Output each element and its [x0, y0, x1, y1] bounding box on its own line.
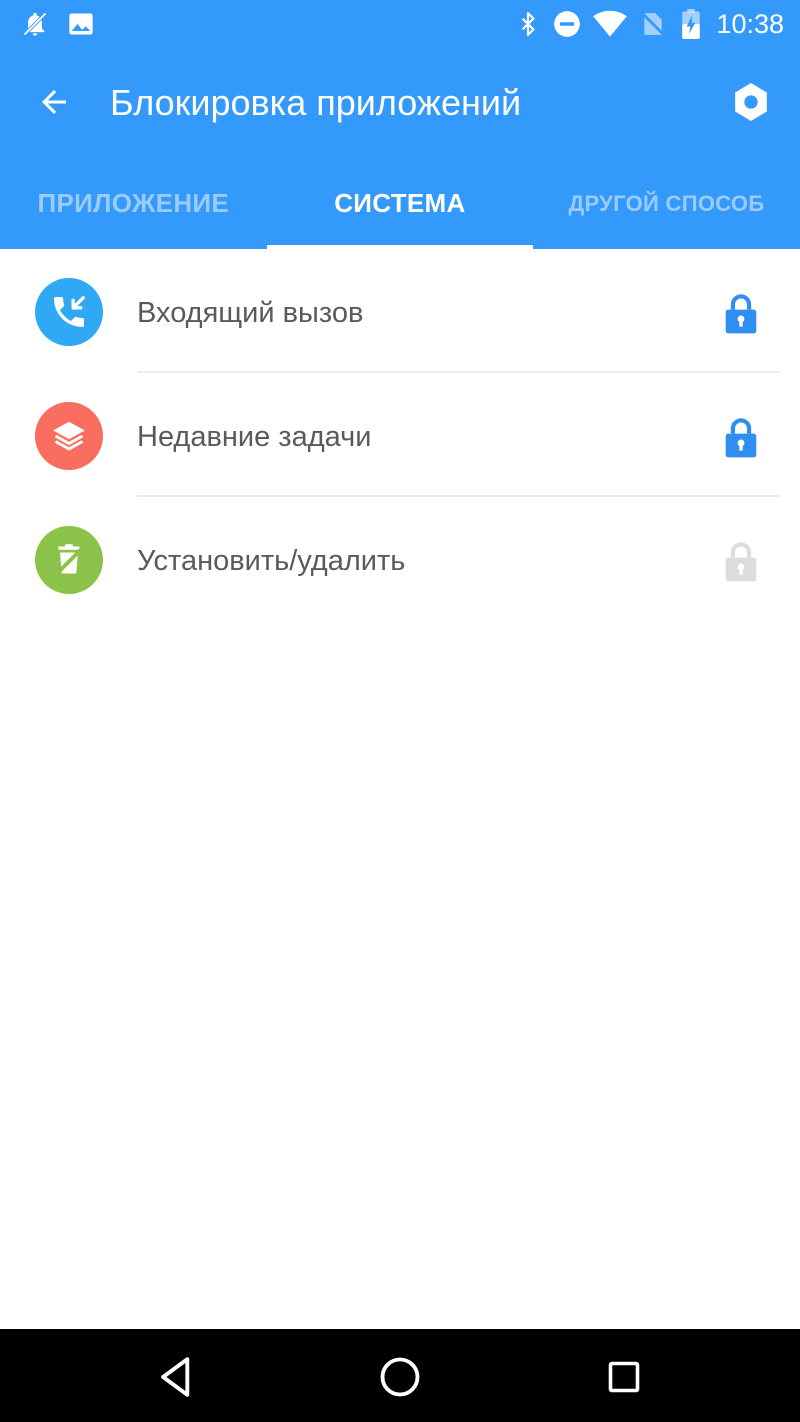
nav-home-icon	[380, 1357, 420, 1397]
bluetooth-icon	[513, 8, 543, 40]
settings-button[interactable]	[722, 76, 780, 128]
list-item-incoming-call[interactable]: Входящий вызов	[0, 249, 800, 373]
navigation-bar	[0, 1329, 800, 1422]
install-uninstall-icon	[35, 526, 103, 594]
incoming-call-icon	[35, 278, 103, 346]
list-item-label: Недавние задачи	[137, 421, 372, 453]
lock-toggle-incoming-call[interactable]	[720, 289, 762, 337]
nav-recents-icon	[608, 1361, 640, 1393]
lock-closed-icon	[725, 418, 757, 458]
do-not-disturb-icon	[552, 8, 582, 40]
no-sim-icon	[638, 8, 668, 40]
status-bar: 10:38	[0, 0, 800, 48]
page-title: Блокировка приложений	[110, 82, 522, 123]
app-bar: 10:38 Блокировка приложений ПРИЛОЖЕНИЕ С…	[0, 0, 800, 249]
system-lock-list: Входящий вызов Недавние задачи Установит…	[0, 249, 800, 621]
nav-back-icon	[161, 1357, 190, 1397]
lock-inactive-icon	[725, 542, 757, 582]
notifications-off-icon	[20, 8, 50, 40]
back-button[interactable]	[20, 72, 88, 132]
status-time: 10:38	[716, 9, 784, 39]
list-item-recent-tasks[interactable]: Недавние задачи	[0, 373, 800, 497]
layers-icon	[35, 402, 103, 470]
lock-toggle-install-uninstall[interactable]	[720, 537, 762, 585]
lock-closed-icon	[725, 294, 757, 334]
wifi-icon	[592, 8, 628, 40]
nav-back-button[interactable]	[150, 1351, 202, 1403]
image-icon	[66, 8, 96, 40]
toolbar: Блокировка приложений	[0, 48, 800, 158]
list-item-label: Установить/удалить	[137, 545, 406, 577]
tab-other-method[interactable]: ДРУГОЙ СПОСОБ	[533, 158, 800, 249]
tab-apps[interactable]: ПРИЛОЖЕНИЕ	[0, 158, 267, 249]
list-item-install-uninstall[interactable]: Установить/удалить	[0, 497, 800, 621]
arrow-back-icon	[42, 90, 66, 114]
nav-recents-button[interactable]	[598, 1351, 650, 1403]
tab-system[interactable]: СИСТЕМА	[267, 158, 534, 249]
lock-toggle-recent-tasks[interactable]	[720, 413, 762, 461]
tab-bar: ПРИЛОЖЕНИЕ СИСТЕМА ДРУГОЙ СПОСОБ	[0, 158, 800, 249]
settings-hexagon-icon	[735, 83, 767, 121]
battery-charging-icon	[680, 8, 702, 40]
nav-home-button[interactable]	[374, 1351, 426, 1403]
list-item-label: Входящий вызов	[137, 297, 364, 329]
